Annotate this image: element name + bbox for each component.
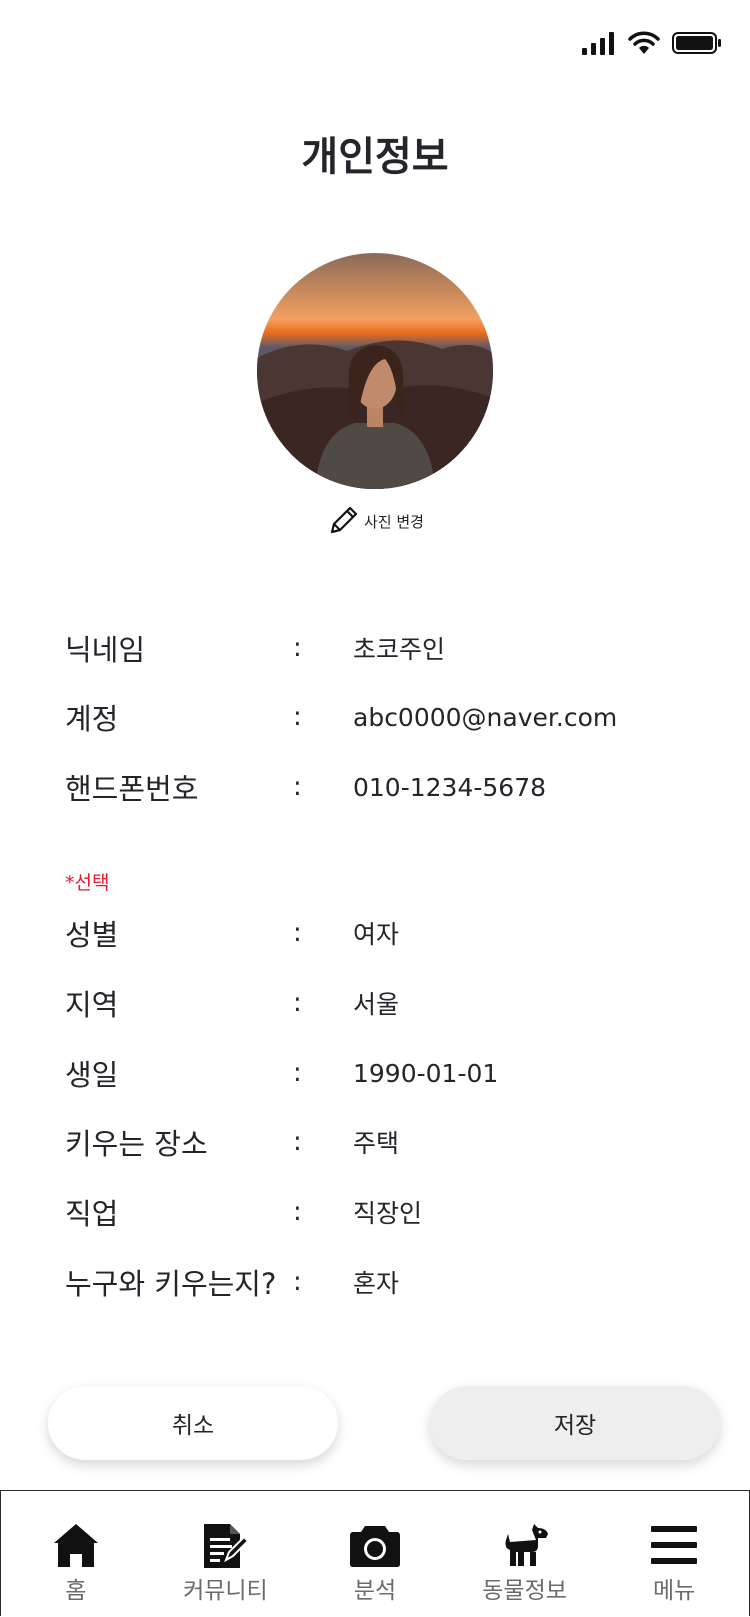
field-colon: : <box>293 1127 302 1157</box>
field-colon: : <box>293 1267 302 1297</box>
nav-item-menu[interactable]: 메뉴 <box>599 1491 749 1616</box>
field-label: 지역 <box>65 988 119 1022</box>
region-value: 서울 <box>353 990 400 1019</box>
account-value: abc0000@naver.com <box>353 702 618 732</box>
save-button[interactable]: 저장 <box>430 1386 720 1460</box>
community-icon <box>202 1521 249 1569</box>
nav-label: 커뮤니티 <box>183 1578 268 1604</box>
nav-label: 동물정보 <box>482 1578 567 1604</box>
status-bar <box>582 28 722 62</box>
birthday-row: 생일 : 1990-01-01 <box>65 1051 705 1095</box>
field-label: 계정 <box>65 702 119 736</box>
occupation-row: 직업 : 직장인 <box>65 1190 705 1234</box>
home-icon <box>53 1521 99 1569</box>
optional-section-label: *선택 <box>65 872 110 894</box>
gender-row: 성별 : 여자 <box>65 911 705 955</box>
battery-icon <box>672 31 722 59</box>
field-label: 성별 <box>65 918 119 952</box>
nav-item-community[interactable]: 커뮤니티 <box>151 1491 301 1616</box>
nav-label: 분석 <box>353 1578 397 1604</box>
camera-icon <box>349 1521 401 1569</box>
signal-icon <box>582 31 616 59</box>
phone-row: 핸드폰번호 : 010-1234-5678 <box>65 765 705 809</box>
gender-value: 여자 <box>353 920 400 949</box>
field-label: 생일 <box>65 1058 119 1092</box>
change-photo-label: 사진 변경 <box>364 512 424 531</box>
field-label: 직업 <box>65 1197 119 1231</box>
nickname-row: 닉네임 : 초코주인 <box>65 626 705 670</box>
page-title: 개인정보 <box>301 134 449 180</box>
field-label: 누구와 키우는지? <box>65 1267 277 1301</box>
bottom-nav: 홈 커뮤니티 분석 동물정보 메뉴 <box>0 1490 750 1616</box>
menu-icon <box>650 1521 698 1569</box>
phone-value: 010-1234-5678 <box>353 772 547 802</box>
field-label: 키우는 장소 <box>65 1127 208 1161</box>
birthday-value: 1990-01-01 <box>353 1058 499 1088</box>
region-row: 지역 : 서울 <box>65 981 705 1025</box>
field-colon: : <box>293 633 302 663</box>
avatar[interactable] <box>257 253 493 489</box>
field-colon: : <box>293 1058 302 1088</box>
account-row: 계정 : abc0000@naver.com <box>65 695 705 739</box>
pencil-icon <box>326 502 360 540</box>
cohabitant-value: 혼자 <box>353 1269 400 1298</box>
field-colon: : <box>293 988 302 1018</box>
nickname-value: 초코주인 <box>353 635 446 664</box>
dog-icon <box>500 1521 550 1569</box>
nav-item-home[interactable]: 홈 <box>1 1491 151 1616</box>
field-label: 핸드폰번호 <box>65 772 199 806</box>
field-colon: : <box>293 702 302 732</box>
field-colon: : <box>293 772 302 802</box>
field-colon: : <box>293 918 302 948</box>
change-photo-button[interactable]: 사진 변경 <box>0 502 750 540</box>
nav-item-animal-info[interactable]: 동물정보 <box>450 1491 600 1616</box>
field-colon: : <box>293 1197 302 1227</box>
nav-label: 홈 <box>65 1578 87 1604</box>
occupation-value: 직장인 <box>353 1199 423 1228</box>
living-place-row: 키우는 장소 : 주택 <box>65 1120 705 1164</box>
cohabitant-row: 누구와 키우는지? : 혼자 <box>65 1260 705 1304</box>
nav-label: 메뉴 <box>653 1578 696 1604</box>
wifi-icon <box>628 31 660 59</box>
nav-item-analysis[interactable]: 분석 <box>300 1491 450 1616</box>
cancel-button[interactable]: 취소 <box>48 1386 338 1460</box>
field-label: 닉네임 <box>65 633 146 667</box>
living-place-value: 주택 <box>353 1129 400 1158</box>
